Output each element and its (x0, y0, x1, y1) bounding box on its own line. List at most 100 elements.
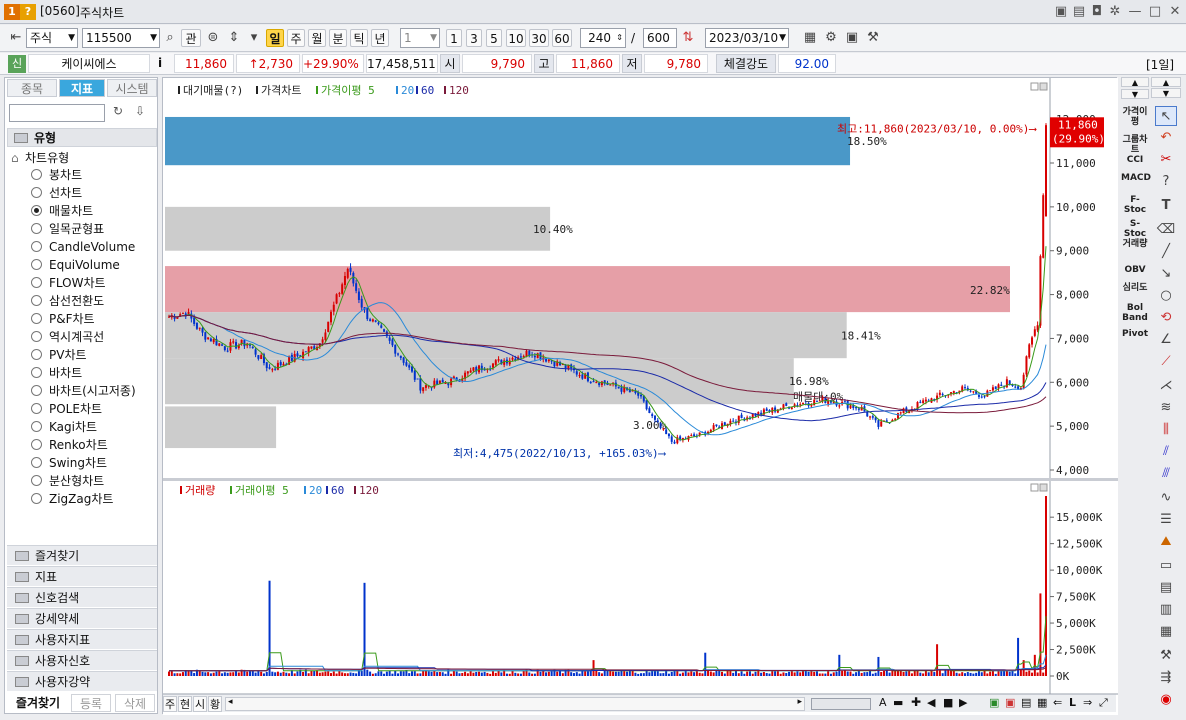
window-icon[interactable]: ▭ (1155, 556, 1177, 576)
folder-item[interactable]: 강세약세 (7, 608, 157, 628)
undo-icon[interactable]: ↶ (1155, 128, 1177, 148)
count-input[interactable]: 240 ⇕ (580, 28, 626, 48)
auto-trend-icon[interactable]: ⛰ (1155, 532, 1177, 552)
radio-icon[interactable] (31, 403, 42, 414)
eraser-icon[interactable]: ⌫ (1155, 220, 1177, 240)
tools-icon[interactable]: ⚒ (863, 28, 883, 48)
interval-select[interactable]: 1 ▼ (400, 28, 440, 48)
radio-icon[interactable] (31, 457, 42, 468)
help-question-icon[interactable]: ? (1155, 172, 1177, 192)
indicator-search-input[interactable] (9, 104, 105, 122)
refresh-list-icon[interactable]: ↻ (109, 104, 127, 122)
indicator-tool-button[interactable]: F-Stoc (1121, 195, 1149, 215)
chart-type-item[interactable]: 바차트(시고저종) (31, 382, 136, 400)
angle-tool-icon[interactable]: ∠ (1155, 330, 1177, 350)
stop-icon[interactable]: ■ (943, 696, 953, 709)
chart-type-item[interactable]: P&F차트 (31, 310, 95, 328)
scroll-down-icon[interactable]: ▼ (1121, 89, 1149, 99)
chart-type-item[interactable]: 역시계곡선 (31, 328, 104, 346)
interval-30[interactable]: 30 (529, 29, 549, 47)
info-icon[interactable]: i (154, 56, 166, 70)
chart-type-item[interactable]: Renko차트 (31, 436, 108, 454)
radio-icon[interactable] (31, 277, 42, 288)
horizontal-scrollbar[interactable]: ◂ ▸ (225, 697, 805, 711)
zoom-slider[interactable] (811, 698, 871, 710)
chart-type-item[interactable]: 선차트 (31, 184, 82, 202)
period-year[interactable]: 년 (371, 29, 389, 47)
indicator-tool-button[interactable]: 그룹차트 (1121, 135, 1149, 155)
radio-icon[interactable] (31, 439, 42, 450)
radio-icon[interactable] (31, 205, 42, 216)
total-count-input[interactable]: 600 (643, 28, 677, 48)
capture-icon[interactable]: ◘ (1088, 3, 1106, 21)
interval-60[interactable]: 60 (552, 29, 572, 47)
radio-icon[interactable] (31, 385, 42, 396)
chart-type-item[interactable]: EquiVolume (31, 256, 120, 274)
chart-svg[interactable]: 12,00011,00010,0009,0008,0007,0006,0005,… (163, 78, 1118, 715)
chart-type-item[interactable]: Swing차트 (31, 454, 107, 472)
period-day[interactable]: 일 (266, 29, 284, 47)
circle-tool-icon[interactable]: ○ (1155, 286, 1177, 306)
chart-type-item[interactable]: 봉차트 (31, 166, 82, 184)
period-month[interactable]: 월 (308, 29, 326, 47)
period-tick[interactable]: 틱 (350, 29, 368, 47)
link-icon[interactable]: ▣ (1052, 3, 1070, 21)
indicator-tool-button[interactable]: CCI (1121, 155, 1149, 165)
period-minute[interactable]: 분 (329, 29, 347, 47)
search-icon[interactable]: ⌕ (160, 28, 180, 48)
register-button[interactable]: 등록 (71, 694, 111, 712)
radio-icon[interactable] (31, 169, 42, 180)
parallel-lines-icon[interactable]: ⫻ (1155, 464, 1177, 484)
fullscreen-icon[interactable]: ⤢ (1099, 696, 1108, 710)
tab-system[interactable]: 시스템 (107, 79, 157, 97)
download-icon[interactable]: ⇩ (131, 104, 149, 122)
dropdown-icon[interactable]: ▾ (244, 28, 264, 48)
refresh-icon[interactable]: ⊜ (203, 28, 223, 48)
tools-down-icon[interactable]: ▼ (1151, 88, 1181, 98)
alert-icon[interactable]: ◉ (1155, 690, 1177, 710)
chart-type-item[interactable]: POLE차트 (31, 400, 102, 418)
radio-icon[interactable] (31, 493, 42, 504)
radio-icon[interactable] (31, 241, 42, 252)
trend-line-icon[interactable]: ↘ (1155, 264, 1177, 284)
period-week[interactable]: 주 (287, 29, 305, 47)
chart-type-item[interactable]: 바차트 (31, 364, 82, 382)
chart-area[interactable]: 12,00011,00010,0009,0008,0007,0006,0005,… (162, 77, 1118, 715)
indicator-tool-button[interactable]: MACD (1121, 173, 1151, 183)
interval-5[interactable]: 5 (486, 29, 502, 47)
indicator-tool-button[interactable]: S-Stoc (1121, 219, 1149, 239)
line-tool-icon[interactable]: ╱ (1155, 242, 1177, 262)
memo-icon[interactable]: ▤ (1070, 3, 1088, 21)
updown-stepper-icon[interactable]: ⇕ (224, 28, 244, 48)
radio-icon[interactable] (31, 367, 42, 378)
chart-view-icon[interactable]: ▦ (800, 28, 820, 48)
zoom-in-icon[interactable]: ✚ (911, 695, 921, 709)
radio-icon[interactable] (31, 223, 42, 234)
cursor-select-icon[interactable]: ↖ (1155, 106, 1177, 126)
excel-icon[interactable]: ▣ (989, 696, 999, 709)
date-picker[interactable]: 2023/03/10 ▼ (705, 28, 789, 48)
chart-type-item[interactable]: 매물차트 (31, 202, 93, 220)
text-tool-icon[interactable]: T (1155, 196, 1177, 216)
table-icon[interactable]: ▦ (1037, 696, 1047, 709)
radio-icon[interactable] (31, 259, 42, 270)
chart-type-item[interactable]: CandleVolume (31, 238, 135, 256)
tab-market[interactable]: 시 (193, 696, 207, 712)
indicator-tool-button[interactable]: 거래량 (1121, 239, 1149, 249)
document-icon[interactable]: ▤ (1155, 578, 1177, 598)
indicator-tool-button[interactable]: Pivot (1121, 329, 1149, 339)
close-icon[interactable]: ✕ (1166, 3, 1184, 21)
interval-1[interactable]: 1 (446, 29, 462, 47)
radio-icon[interactable] (31, 349, 42, 360)
radio-icon[interactable] (31, 475, 42, 486)
tab-indicator[interactable]: 지표 (59, 79, 105, 97)
folder-item[interactable]: 지표 (7, 566, 157, 586)
folder-item[interactable]: 신호검색 (7, 587, 157, 607)
chart-type-item[interactable]: Kagi차트 (31, 418, 97, 436)
bar-chart-icon[interactable]: ▥ (1155, 600, 1177, 620)
chart-type-item[interactable]: FLOW차트 (31, 274, 106, 292)
stock-search-button[interactable]: 관 (181, 29, 201, 47)
radio-icon[interactable] (31, 313, 42, 324)
auto-scale-label[interactable]: A (879, 696, 887, 709)
fibonacci-icon[interactable]: ≋ (1155, 398, 1177, 418)
